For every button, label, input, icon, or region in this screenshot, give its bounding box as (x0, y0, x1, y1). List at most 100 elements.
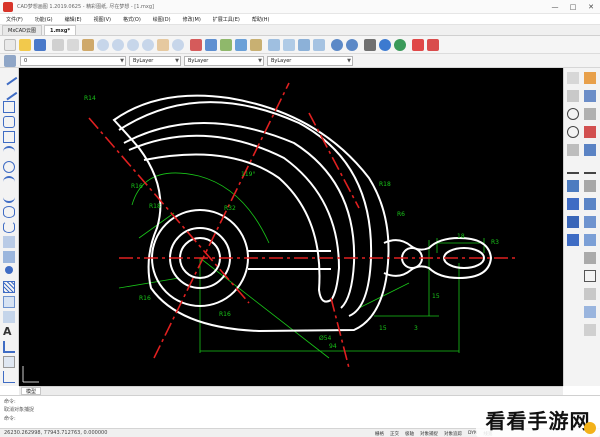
menu-help[interactable]: 帮助(H) (246, 16, 276, 23)
maximize-button[interactable]: □ (564, 0, 582, 14)
toggle-grid[interactable]: 栅格 (372, 431, 387, 437)
join-tool-icon[interactable] (584, 180, 596, 192)
command-prompt[interactable]: 命令: (4, 415, 16, 422)
point-tool-icon[interactable] (5, 266, 13, 274)
text-style-icon[interactable] (268, 39, 280, 51)
make-block-icon[interactable] (3, 251, 15, 263)
offset-tool-icon[interactable] (567, 108, 579, 120)
undo-icon[interactable] (331, 39, 343, 51)
table-tool-icon[interactable] (3, 311, 15, 323)
divide-tool-icon[interactable] (584, 288, 596, 300)
align-tool-icon[interactable] (584, 234, 596, 246)
polygon-tool-icon[interactable] (3, 116, 15, 128)
zoom-window-icon[interactable] (112, 39, 124, 51)
menu-view[interactable]: 视图(V) (88, 16, 117, 23)
zoom-previous-icon[interactable] (142, 39, 154, 51)
menu-file[interactable]: 文件(F) (0, 16, 29, 23)
mirror-tool-icon[interactable] (584, 90, 596, 102)
spline-tool-icon[interactable] (3, 191, 15, 203)
menu-format[interactable]: 格式(O) (117, 16, 147, 23)
move-tool-icon[interactable] (584, 126, 596, 138)
revcloud-tool-icon[interactable] (3, 176, 15, 188)
group-tool-icon[interactable] (584, 216, 596, 228)
zoom-extents-icon[interactable] (127, 39, 139, 51)
line-tool-icon[interactable] (0, 68, 18, 86)
insert-block-icon[interactable] (3, 236, 15, 248)
menu-draw[interactable]: 绘图(D) (147, 16, 177, 23)
paste-icon[interactable] (82, 39, 94, 51)
lineweight-select[interactable]: ByLayer ▼ (267, 56, 353, 66)
open-folder-icon[interactable] (19, 39, 31, 51)
extend-tool-icon[interactable] (584, 162, 596, 174)
chamfer-tool-icon[interactable] (567, 198, 579, 210)
toggle-osnap[interactable]: 对象捕捉 (417, 431, 441, 437)
tab-cloud[interactable]: MxCAD云图 (2, 25, 43, 35)
pdf-export-icon[interactable] (412, 39, 424, 51)
edit-polyline-icon[interactable] (584, 252, 596, 264)
menu-modify[interactable]: 修改(M) (177, 16, 207, 23)
menu-edit[interactable]: 编辑(E) (59, 16, 88, 23)
area-tool-icon[interactable] (584, 324, 596, 336)
xline-tool-icon[interactable] (0, 83, 18, 101)
stretch-tool-icon[interactable] (584, 144, 596, 156)
drawing-canvas[interactable]: R14 R16 R18 R32 R16 R16 R18 119° R6 18 R… (19, 68, 563, 386)
menu-extensions[interactable]: 扩展工具(E) (207, 16, 246, 23)
erase-tool-icon[interactable] (584, 72, 596, 84)
measure-distance-icon[interactable] (584, 306, 596, 318)
layers-icon[interactable] (4, 55, 16, 67)
image-export-icon[interactable] (427, 39, 439, 51)
ellipse-arc-tool-icon[interactable] (3, 221, 15, 233)
close-button[interactable]: ✕ (582, 0, 600, 14)
cloud-icon[interactable] (379, 39, 391, 51)
zoom-icon[interactable] (97, 39, 109, 51)
toggle-polar[interactable]: 极轴 (402, 431, 417, 437)
explode-tool-icon[interactable] (567, 216, 579, 228)
redo-icon[interactable] (346, 39, 358, 51)
ellipse-tool-icon[interactable] (3, 206, 15, 218)
text-tool-icon[interactable]: A (3, 326, 15, 338)
lengthen-tool-icon[interactable] (584, 270, 596, 282)
copy-icon[interactable] (67, 39, 79, 51)
draw-order-icon[interactable] (567, 234, 579, 246)
tab-current-drawing[interactable]: 1.mxg* (44, 25, 77, 35)
region-tool-icon[interactable] (3, 296, 15, 308)
cut-icon[interactable] (52, 39, 64, 51)
tab-model[interactable]: 模型 (21, 387, 42, 395)
new-file-icon[interactable] (4, 39, 16, 51)
scale-tool-icon[interactable] (567, 144, 579, 156)
rotate-tool-icon[interactable] (567, 126, 579, 138)
break-tool-icon[interactable] (567, 180, 579, 192)
properties-icon[interactable] (205, 39, 217, 51)
rectangle-tool-icon[interactable] (3, 131, 15, 143)
menu-function[interactable]: 功能(G) (29, 16, 59, 23)
color-select[interactable]: ByLayer ▼ (129, 56, 181, 66)
fillet-tool-icon[interactable] (584, 198, 596, 210)
minimize-button[interactable]: — (546, 0, 564, 14)
copy-tool-icon[interactable] (567, 90, 579, 102)
zoom-realtime-icon[interactable] (172, 39, 184, 51)
linetype-select[interactable]: ByLayer ▼ (184, 56, 264, 66)
match-properties-icon[interactable] (298, 39, 310, 51)
pan-hand-icon[interactable] (157, 39, 169, 51)
mtext-tool-icon[interactable] (3, 341, 15, 353)
image-tool-icon[interactable] (3, 356, 15, 368)
table-icon[interactable] (235, 39, 247, 51)
circle-tool-icon[interactable] (3, 161, 15, 173)
toggle-otrack[interactable]: 对象追踪 (441, 431, 465, 437)
ucs-icon[interactable] (3, 371, 15, 383)
save-icon[interactable] (34, 39, 46, 51)
dim-style-icon[interactable] (283, 39, 295, 51)
globe-icon[interactable] (394, 39, 406, 51)
array-tool-icon[interactable] (584, 108, 596, 120)
layer-manager-icon[interactable] (190, 39, 202, 51)
arc-tool-icon[interactable] (3, 146, 15, 158)
hatch-icon[interactable] (250, 39, 262, 51)
select-tool-icon[interactable] (567, 72, 579, 84)
toggle-ortho[interactable]: 正交 (387, 431, 402, 437)
measure-icon[interactable] (313, 39, 325, 51)
block-icon[interactable] (220, 39, 232, 51)
polyline-tool-icon[interactable] (3, 101, 15, 113)
hatch-tool-icon[interactable] (3, 281, 15, 293)
print-icon[interactable] (364, 39, 376, 51)
trim-tool-icon[interactable] (567, 162, 579, 174)
